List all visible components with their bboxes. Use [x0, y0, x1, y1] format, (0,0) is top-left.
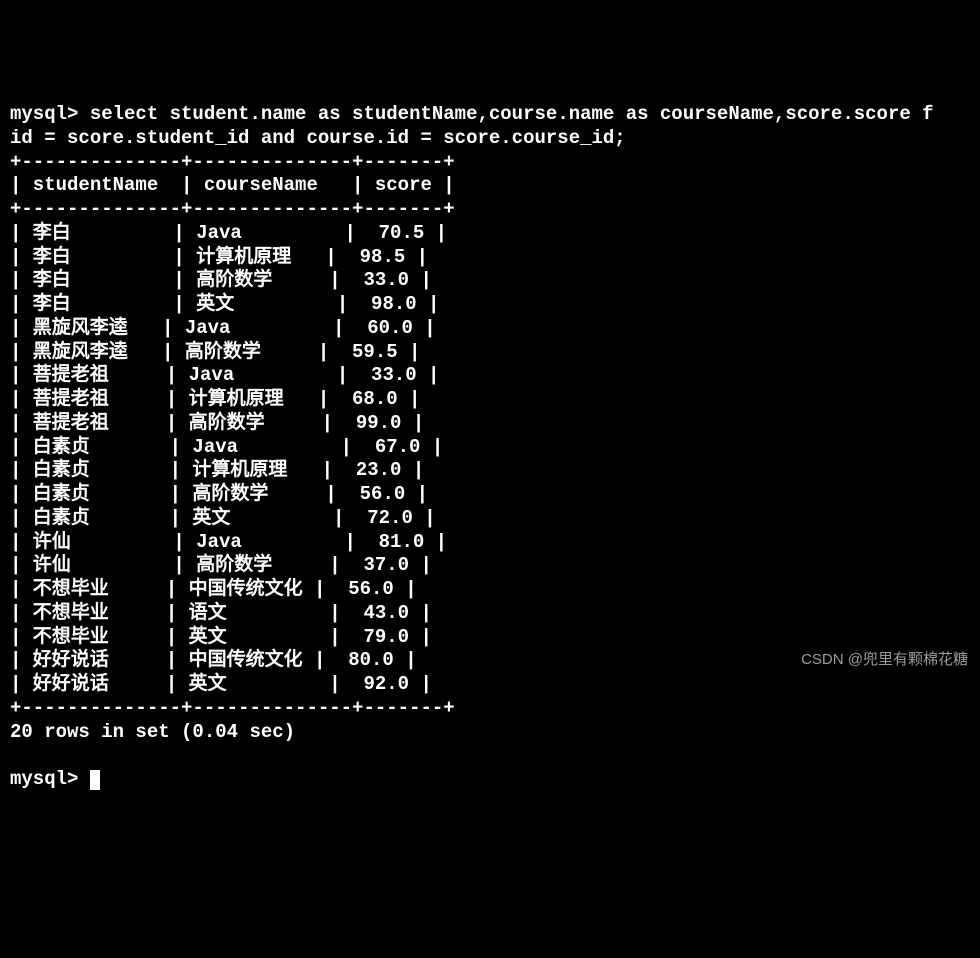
cursor-icon [90, 770, 100, 790]
table-row: | 许仙 | 高阶数学 | 37.0 | [10, 554, 432, 576]
summary-line: 20 rows in set (0.04 sec) [10, 721, 295, 743]
table-separator-mid: +--------------+--------------+-------+ [10, 198, 455, 220]
query-line-2: id = score.student_id and course.id = sc… [10, 127, 626, 149]
mysql-prompt: mysql> [10, 768, 90, 790]
table-row: | 白素贞 | Java | 67.0 | [10, 436, 443, 458]
table-row: | 不想毕业 | 中国传统文化 | 56.0 | [10, 578, 417, 600]
table-row: | 菩提老祖 | 计算机原理 | 68.0 | [10, 388, 420, 410]
query-line-1: mysql> select student.name as studentNam… [10, 103, 934, 125]
table-row: | 好好说话 | 英文 | 92.0 | [10, 673, 432, 695]
table-row: | 不想毕业 | 英文 | 79.0 | [10, 626, 432, 648]
table-row: | 许仙 | Java | 81.0 | [10, 531, 447, 553]
watermark-text: CSDN @兜里有颗棉花糖 [801, 651, 968, 670]
table-header: | studentName | courseName | score | [10, 174, 455, 196]
table-separator-bottom: +--------------+--------------+-------+ [10, 697, 455, 719]
table-row: | 李白 | 英文 | 98.0 | [10, 293, 439, 315]
table-row: | 菩提老祖 | Java | 33.0 | [10, 364, 439, 386]
terminal-screen[interactable]: mysql> select student.name as studentNam… [10, 103, 970, 792]
table-row: | 黑旋风李逵 | 高阶数学 | 59.5 | [10, 341, 420, 363]
table-row: | 菩提老祖 | 高阶数学 | 99.0 | [10, 412, 424, 434]
table-separator-top: +--------------+--------------+-------+ [10, 151, 455, 173]
table-row: | 李白 | 高阶数学 | 33.0 | [10, 269, 432, 291]
table-row: | 李白 | Java | 70.5 | [10, 222, 447, 244]
table-row: | 不想毕业 | 语文 | 43.0 | [10, 602, 432, 624]
table-row: | 白素贞 | 计算机原理 | 23.0 | [10, 459, 424, 481]
table-row: | 白素贞 | 高阶数学 | 56.0 | [10, 483, 428, 505]
table-row: | 李白 | 计算机原理 | 98.5 | [10, 246, 428, 268]
table-row: | 白素贞 | 英文 | 72.0 | [10, 507, 436, 529]
table-row: | 好好说话 | 中国传统文化 | 80.0 | [10, 649, 417, 671]
table-row: | 黑旋风李逵 | Java | 60.0 | [10, 317, 436, 339]
